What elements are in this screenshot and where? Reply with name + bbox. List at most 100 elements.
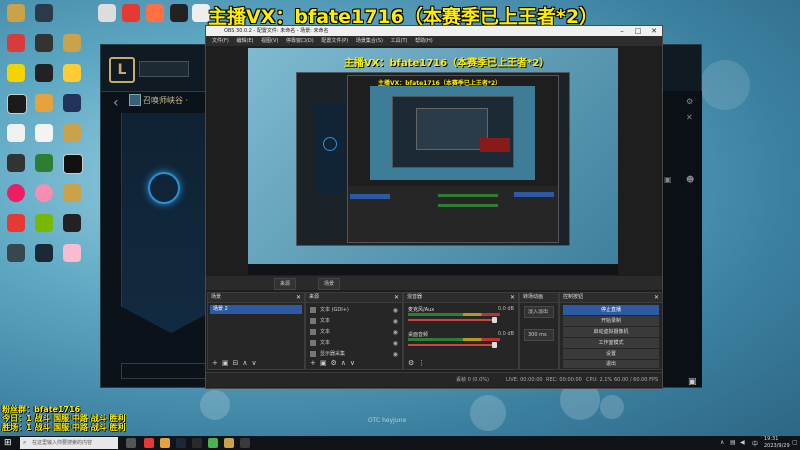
file-explorer-icon[interactable]: [160, 438, 170, 448]
app-icon[interactable]: [35, 154, 53, 172]
delete-icon[interactable]: ▣: [222, 359, 233, 367]
maximize-icon[interactable]: □: [630, 26, 646, 36]
obs-preview-canvas[interactable]: 主播VX：bfate1716（本赛季已上王者*2） 主播VX：bfate1716…: [248, 48, 618, 275]
transition-type-select[interactable]: 淡入淡出: [524, 306, 554, 318]
add-icon[interactable]: +: [310, 359, 320, 367]
lol-app-icon[interactable]: [63, 34, 81, 52]
app-icon[interactable]: [7, 64, 25, 82]
gear-icon[interactable]: ⚙: [331, 359, 341, 367]
source-item[interactable]: 文本 ◉: [310, 328, 398, 337]
menu-tools[interactable]: 工具(T): [391, 38, 408, 44]
netease-icon[interactable]: [7, 34, 25, 52]
settings-button[interactable]: 设置: [563, 349, 659, 359]
chat-icon[interactable]: ▣: [688, 377, 700, 387]
visibility-icon[interactable]: ◉: [393, 328, 398, 337]
app-icon[interactable]: [146, 4, 164, 22]
back-arrow-icon[interactable]: ‹: [113, 95, 119, 111]
steam-icon[interactable]: [176, 438, 186, 448]
scene-item-selected[interactable]: 场景 2: [210, 305, 302, 314]
volume-icon[interactable]: ◀: [740, 439, 745, 446]
task-view-icon[interactable]: [126, 438, 136, 448]
app-icon[interactable]: [35, 64, 53, 82]
app-icon[interactable]: [63, 214, 81, 232]
app-icon[interactable]: [35, 34, 53, 52]
virtual-camera-button[interactable]: 启动虚拟摄像机: [563, 327, 659, 337]
source-item[interactable]: 文本 ◉: [310, 317, 398, 326]
menu-help[interactable]: 帮助(H): [415, 38, 433, 44]
down-icon[interactable]: ∨: [350, 359, 359, 367]
app-icon[interactable]: [98, 4, 116, 22]
taskbar-app-icon[interactable]: [144, 438, 154, 448]
tray-chevron-icon[interactable]: ∧: [720, 439, 724, 446]
up-icon[interactable]: ∧: [242, 359, 251, 367]
app-icon[interactable]: [122, 4, 140, 22]
close-icon[interactable]: ✕: [510, 293, 515, 302]
menu-icon[interactable]: ⋮: [418, 359, 429, 367]
stop-streaming-button[interactable]: 停止直播: [563, 305, 659, 315]
volume-slider[interactable]: [408, 319, 494, 321]
add-icon[interactable]: +: [212, 359, 222, 367]
app-icon[interactable]: [7, 124, 25, 142]
lol-logo-icon[interactable]: L: [109, 57, 135, 83]
lol-app-icon[interactable]: [63, 184, 81, 202]
close-icon[interactable]: ✕: [646, 26, 662, 36]
tab-scenes[interactable]: 场景: [318, 278, 341, 290]
source-item[interactable]: 文本 ◉: [310, 339, 398, 348]
close-icon[interactable]: ✕: [394, 293, 399, 302]
start-recording-button[interactable]: 开始录制: [563, 316, 659, 326]
gear-icon[interactable]: ⚙: [686, 97, 693, 106]
app-icon[interactable]: [7, 244, 25, 262]
exit-button[interactable]: 退出: [563, 360, 659, 368]
folder-icon[interactable]: ▣: [664, 175, 672, 184]
folder-icon[interactable]: [35, 94, 53, 112]
menu-scene-collection[interactable]: 场景集合(S): [356, 38, 383, 44]
ime-lang[interactable]: 中: [752, 439, 758, 448]
wechat-icon[interactable]: [208, 438, 218, 448]
app-icon[interactable]: [35, 184, 53, 202]
visibility-icon[interactable]: ◉: [393, 317, 398, 326]
close-icon[interactable]: ✕: [686, 113, 693, 122]
valorant-icon[interactable]: [63, 94, 81, 112]
menu-profile[interactable]: 配置文件(P): [321, 38, 348, 44]
lol-app-icon[interactable]: [7, 4, 25, 22]
clock[interactable]: 19:31 2023/9/29: [764, 436, 790, 450]
obs-app-icon[interactable]: [240, 438, 250, 448]
down-icon[interactable]: ∨: [252, 359, 261, 367]
taskbar-app-icon[interactable]: [192, 438, 202, 448]
visibility-icon[interactable]: ◉: [393, 339, 398, 348]
app-icon[interactable]: [35, 124, 53, 142]
notification-icon[interactable]: ▢: [792, 439, 798, 446]
taskbar-search[interactable]: ⌕ 在这里输入你要搜索的内容: [20, 437, 118, 449]
volume-slider[interactable]: [408, 344, 494, 346]
app-icon[interactable]: [7, 154, 25, 172]
app-icon[interactable]: [63, 64, 81, 82]
lol-app-icon[interactable]: [63, 124, 81, 142]
app-icon[interactable]: [7, 214, 25, 232]
menu-view[interactable]: 视图(V): [261, 38, 278, 44]
gear-icon[interactable]: ⚙: [408, 359, 418, 367]
windows-start-icon[interactable]: ⊞: [4, 438, 14, 448]
app-icon[interactable]: [35, 4, 53, 22]
menu-docks[interactable]: 停靠窗口(D): [286, 38, 314, 44]
app-icon[interactable]: [63, 154, 83, 174]
friends-icon[interactable]: ☻: [686, 175, 694, 184]
play-button[interactable]: [139, 61, 189, 77]
filter-icon[interactable]: ⊟: [233, 359, 243, 367]
volume-slider-handle[interactable]: [492, 317, 497, 323]
studio-mode-button[interactable]: 工作室模式: [563, 338, 659, 348]
nvidia-icon[interactable]: [35, 214, 53, 232]
minimize-icon[interactable]: –: [614, 26, 630, 36]
app-icon[interactable]: [170, 4, 188, 22]
network-icon[interactable]: ▤: [730, 439, 736, 446]
transition-duration-input[interactable]: 300 ms: [524, 329, 554, 341]
menu-file[interactable]: 文件(F): [212, 38, 229, 44]
tab-sources[interactable]: 来源: [274, 278, 297, 290]
delete-icon[interactable]: ▣: [320, 359, 331, 367]
steam-icon[interactable]: [35, 244, 53, 262]
visibility-icon[interactable]: ◉: [393, 306, 398, 315]
lol-app-icon[interactable]: [224, 438, 234, 448]
logitech-icon[interactable]: [7, 94, 27, 114]
volume-slider-handle[interactable]: [492, 342, 497, 348]
app-icon[interactable]: [7, 184, 25, 202]
close-icon[interactable]: ✕: [654, 293, 659, 302]
